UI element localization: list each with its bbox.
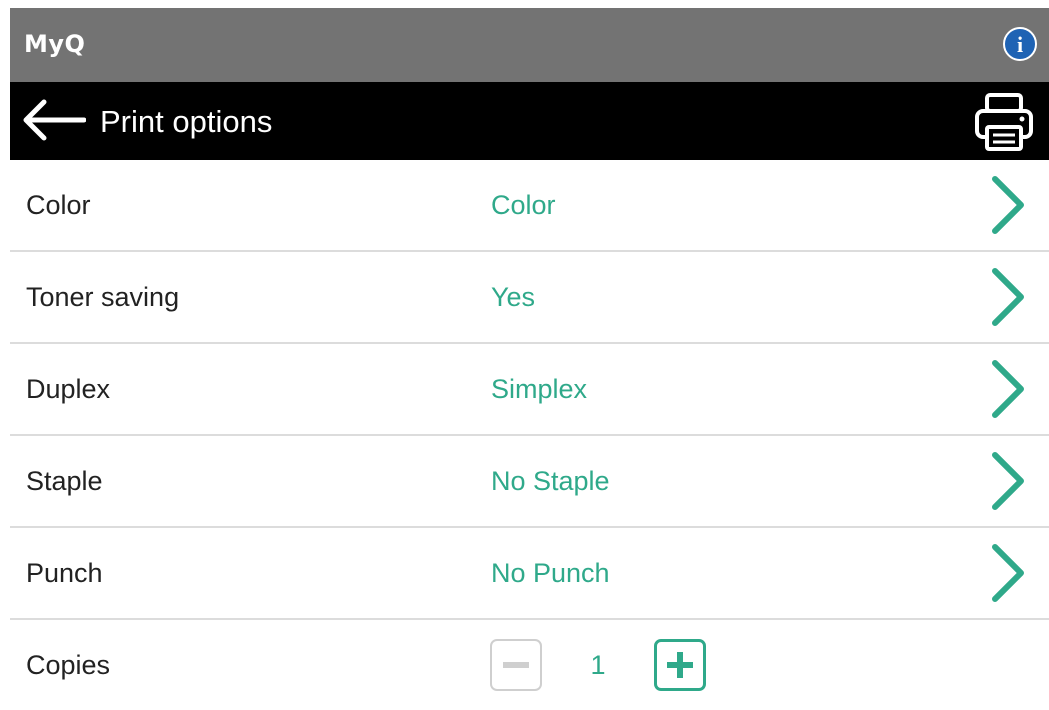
app-header: MyQ i (10, 8, 1049, 82)
option-label: Color (26, 190, 91, 220)
option-row-staple[interactable]: Staple No Staple (10, 436, 1049, 528)
option-value: Yes (491, 282, 536, 312)
options-list: Color Color Toner saving Yes Duplex Simp… (10, 160, 1049, 710)
copies-label: Copies (26, 650, 111, 680)
arrow-left-icon (23, 99, 87, 141)
app-title: MyQ (24, 30, 86, 58)
info-icon: i (1017, 32, 1023, 57)
chevron-right-icon (992, 360, 1024, 418)
print-options-screen: MyQ i Print options Color Color Toner sa… (10, 8, 1049, 698)
option-row-duplex[interactable]: Duplex Simplex (10, 344, 1049, 436)
minus-icon (503, 662, 529, 668)
option-row-color[interactable]: Color Color (10, 160, 1049, 252)
page-header: Print options (10, 82, 1049, 160)
chevron-right-icon (992, 176, 1024, 234)
printer-icon (975, 93, 1033, 151)
svg-text:i: i (1017, 32, 1023, 57)
copies-value: 1 (590, 650, 606, 680)
option-value: Simplex (491, 374, 588, 404)
increment-copies-button[interactable] (654, 639, 706, 691)
back-button[interactable] (20, 98, 87, 142)
option-row-copies: Copies 1 (10, 620, 1049, 710)
chevron-right-icon (992, 268, 1024, 326)
option-row-toner-saving[interactable]: Toner saving Yes (10, 252, 1049, 344)
option-value: No Punch (491, 558, 610, 588)
option-value: Color (491, 190, 556, 220)
option-row-punch[interactable]: Punch No Punch (10, 528, 1049, 620)
info-button[interactable]: i (1003, 27, 1037, 61)
option-label: Staple (26, 466, 103, 496)
option-label: Punch (26, 558, 103, 588)
decrement-copies-button[interactable] (490, 639, 542, 691)
print-button[interactable] (973, 91, 1035, 153)
chevron-right-icon (992, 452, 1024, 510)
chevron-right-icon (992, 544, 1024, 602)
option-value: No Staple (491, 466, 610, 496)
page-title: Print options (100, 104, 273, 139)
option-label: Toner saving (26, 282, 180, 312)
option-label: Duplex (26, 374, 111, 404)
